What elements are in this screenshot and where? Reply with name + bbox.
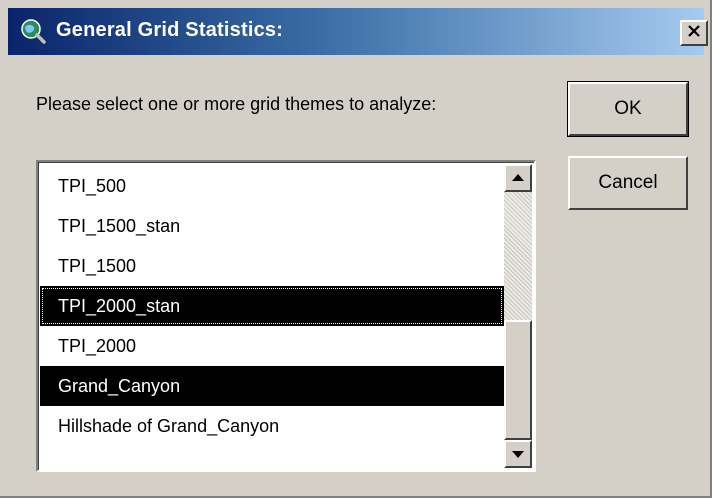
- scroll-down-arrow-icon: [512, 445, 524, 463]
- cancel-button[interactable]: Cancel: [568, 156, 688, 210]
- list-item[interactable]: TPI_2000: [40, 326, 504, 366]
- vertical-scrollbar[interactable]: [504, 164, 532, 468]
- list-item[interactable]: TPI_1500: [40, 246, 504, 286]
- close-button[interactable]: [680, 20, 708, 46]
- list-item[interactable]: TPI_1500_stan: [40, 206, 504, 246]
- close-icon: [687, 24, 701, 43]
- scroll-up-arrow-icon: [512, 169, 524, 187]
- scroll-thumb[interactable]: [504, 320, 532, 440]
- list-items: TPI_500 TPI_1500_stan TPI_1500 TPI_2000_…: [40, 166, 504, 446]
- general-grid-statistics-dialog: General Grid Statistics: Please select o…: [0, 0, 712, 498]
- grid-theme-listbox[interactable]: TPI_500 TPI_1500_stan TPI_1500 TPI_2000_…: [36, 160, 536, 472]
- list-item[interactable]: TPI_2000_stan: [40, 286, 504, 326]
- scroll-up-button[interactable]: [504, 164, 532, 192]
- list-item[interactable]: Grand_Canyon: [40, 366, 504, 406]
- title-bar[interactable]: General Grid Statistics:: [8, 8, 708, 55]
- instruction-label: Please select one or more grid themes to…: [36, 94, 437, 114]
- ok-button[interactable]: OK: [567, 81, 689, 137]
- globe-magnifier-icon: [20, 18, 46, 44]
- list-item[interactable]: TPI_500: [40, 166, 504, 206]
- list-item[interactable]: Hillshade of Grand_Canyon: [40, 406, 504, 446]
- scroll-down-button[interactable]: [504, 440, 532, 468]
- window-title: General Grid Statistics:: [56, 19, 284, 41]
